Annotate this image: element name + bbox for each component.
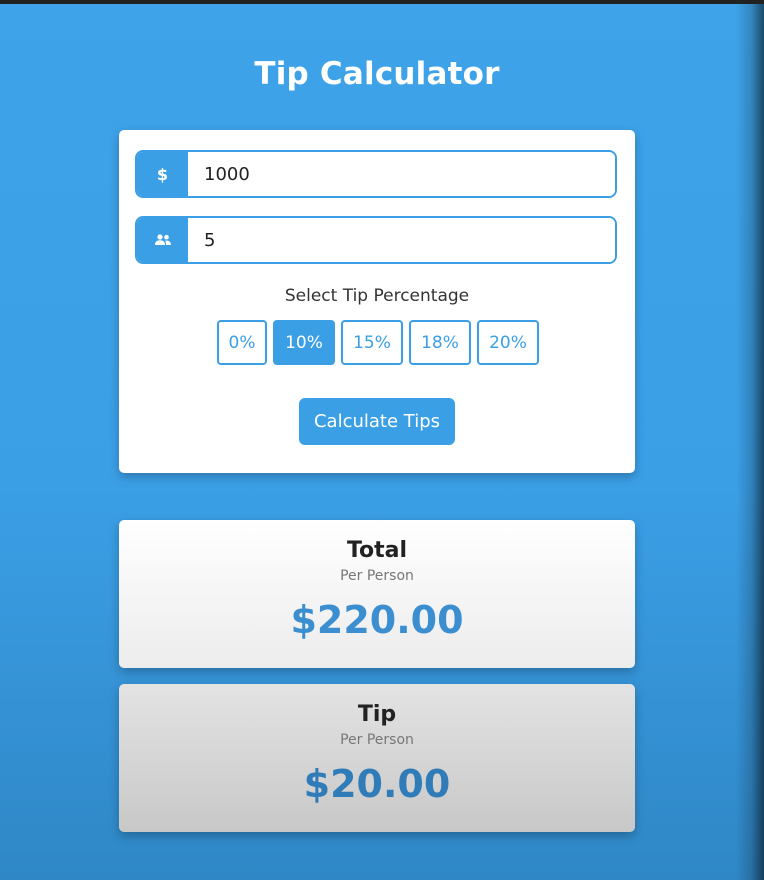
total-heading: Total	[346, 538, 408, 563]
total-per-person-value: $220.00	[290, 598, 464, 642]
tip-option-18[interactable]: 18%	[409, 320, 471, 365]
page-title: Tip Calculator	[254, 56, 500, 92]
tip-option-20[interactable]: 20%	[477, 320, 539, 365]
total-subheading: Per Person	[340, 568, 414, 584]
tip-option-0[interactable]: 0%	[217, 320, 267, 365]
tip-option-15[interactable]: 15%	[341, 320, 403, 365]
app-background: Tip Calculator $ Select Tip Percentage 0…	[0, 4, 764, 880]
tip-per-person-card: Tip Per Person $20.00	[119, 684, 635, 832]
tip-per-person-value: $20.00	[303, 762, 451, 806]
window-edge-shadow	[736, 4, 764, 880]
bill-amount-input[interactable]	[188, 152, 615, 196]
people-count-group	[135, 216, 617, 264]
tip-percentage-label: Select Tip Percentage	[284, 286, 470, 306]
tip-percentage-options: 0% 10% 15% 18% 20%	[217, 320, 539, 365]
tip-heading: Tip	[357, 702, 397, 727]
users-icon	[137, 218, 188, 262]
total-per-person-card: Total Per Person $220.00	[119, 520, 635, 668]
tip-option-10[interactable]: 10%	[273, 320, 335, 365]
dollar-icon: $	[137, 152, 188, 196]
tip-subheading: Per Person	[340, 732, 414, 748]
bill-amount-group: $	[135, 150, 617, 198]
people-count-input[interactable]	[188, 218, 615, 262]
calculate-tips-button[interactable]: Calculate Tips	[299, 398, 455, 445]
calculator-card: $ Select Tip Percentage 0% 10% 15% 18% 2…	[119, 130, 635, 473]
